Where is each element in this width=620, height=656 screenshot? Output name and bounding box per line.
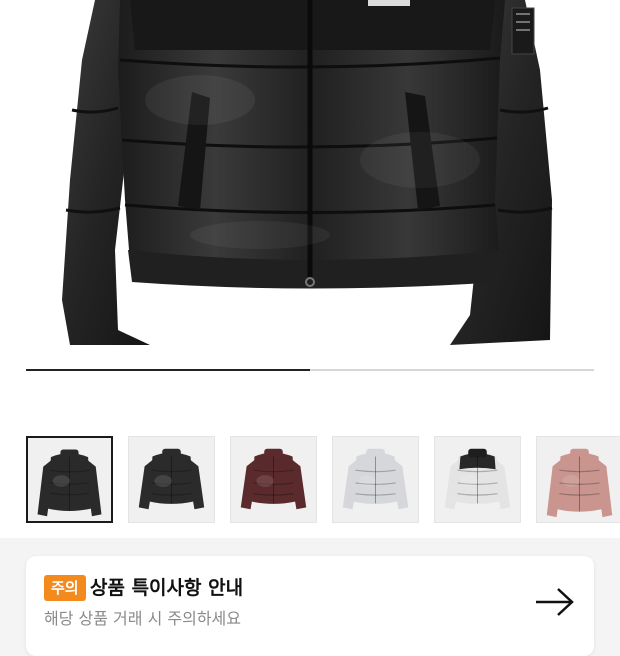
gallery-progress-fill xyxy=(26,369,310,371)
jacket-thumbnail-image xyxy=(342,448,409,510)
jacket-thumbnail-image xyxy=(37,449,102,517)
thumbnail-item[interactable] xyxy=(434,436,521,523)
thumbnail-item[interactable] xyxy=(536,436,620,523)
jacket-thumbnail-image xyxy=(546,448,613,518)
thumbnail-item[interactable] xyxy=(230,436,317,523)
notice-title: 상품 특이사항 안내 xyxy=(90,577,244,599)
thumbnail-item[interactable] xyxy=(26,436,113,523)
thumbnail-strip xyxy=(0,404,620,538)
jacket-thumbnail-image xyxy=(240,448,307,510)
arrow-right-icon[interactable] xyxy=(534,586,576,618)
notice-card[interactable]: 주의 상품 특이사항 안내 해당 상품 거래 시 주의하세요 xyxy=(26,556,594,656)
jacket-thumbnail-image xyxy=(444,448,511,510)
notice-subtitle: 해당 상품 거래 시 주의하세요 xyxy=(44,609,241,628)
gallery-progress-bar xyxy=(26,369,594,371)
jacket-image xyxy=(62,0,553,345)
thumbnail-item[interactable] xyxy=(128,436,215,523)
jacket-thumbnail-image xyxy=(138,448,205,510)
thumbnail-item[interactable] xyxy=(332,436,419,523)
product-main-image[interactable] xyxy=(0,0,620,404)
caution-badge: 주의 xyxy=(44,575,86,601)
